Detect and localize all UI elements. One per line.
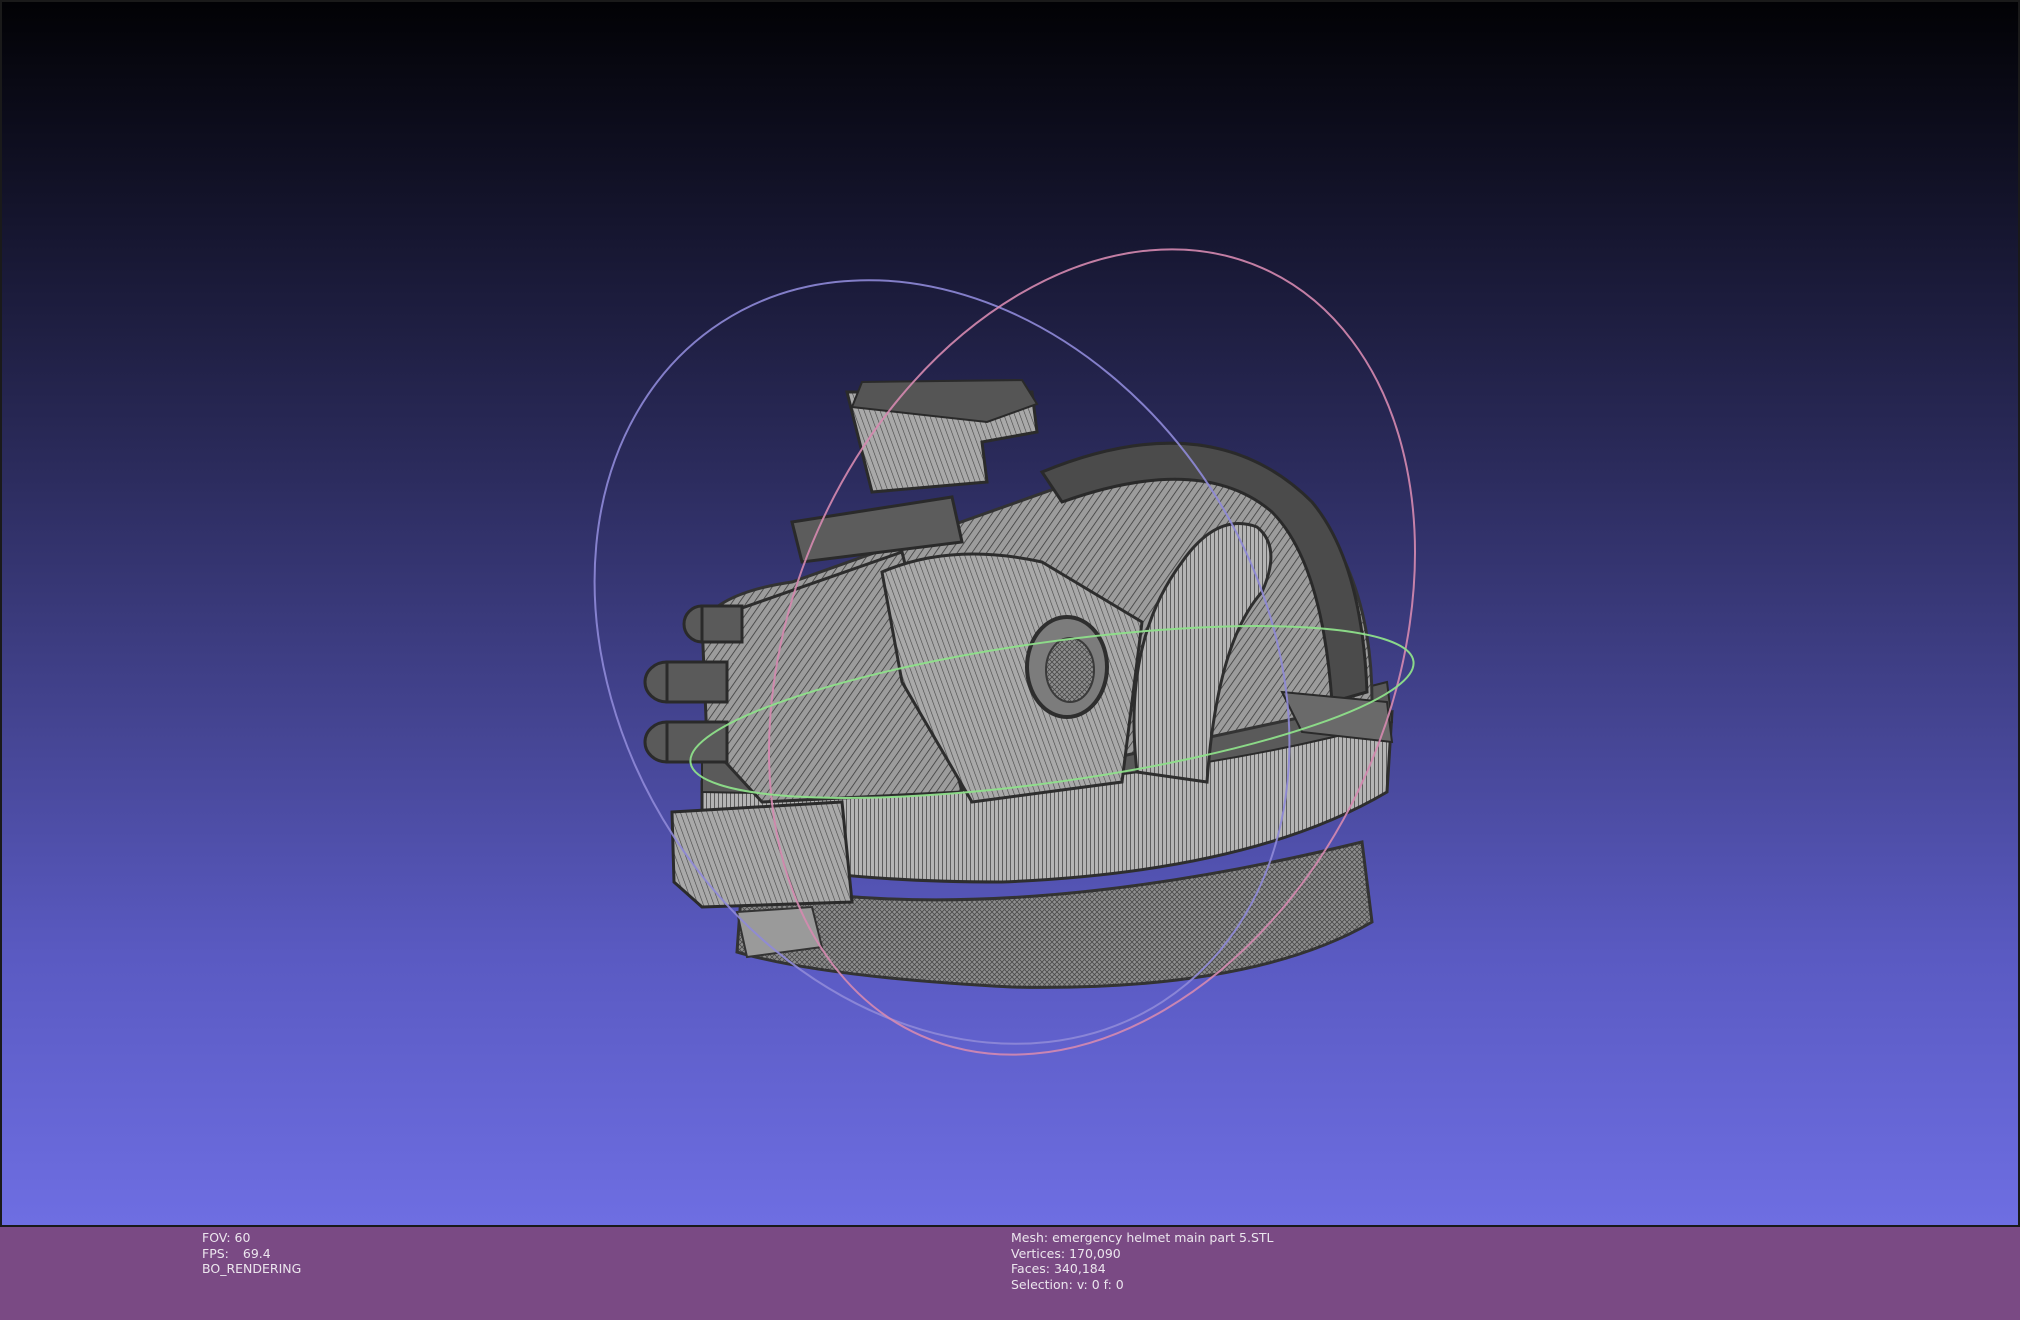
fov-readout: FOV: 60 bbox=[202, 1230, 301, 1246]
selection-label: Selection: bbox=[1011, 1276, 1073, 1292]
mesh-name-readout: Mesh: emergency helmet main part 5.STL bbox=[1011, 1230, 1273, 1246]
scene-canvas[interactable] bbox=[2, 2, 2020, 1227]
vertices-label: Vertices: bbox=[1011, 1245, 1066, 1261]
render-info: FOV: 60 FPS: 69.4 BO_RENDERING bbox=[202, 1230, 301, 1277]
status-bar bbox=[0, 1227, 2020, 1320]
faces-value: 340,184 bbox=[1053, 1261, 1106, 1276]
render-mode: BO_RENDERING bbox=[202, 1261, 302, 1276]
helmet-mesh-icon[interactable] bbox=[643, 378, 1394, 989]
faces-readout: Faces: 340,184 bbox=[1011, 1261, 1273, 1277]
3d-viewport[interactable] bbox=[0, 0, 2020, 1227]
mesh-name: emergency helmet main part 5.STL bbox=[1052, 1230, 1274, 1245]
selection-value: v: 0 f: 0 bbox=[1076, 1276, 1124, 1292]
fps-readout: FPS: 69.4 bbox=[202, 1246, 301, 1262]
mesh-info: Mesh: emergency helmet main part 5.STL V… bbox=[1011, 1230, 1273, 1292]
fps-value: 69.4 bbox=[242, 1245, 271, 1261]
vertices-value: 170,090 bbox=[1069, 1245, 1121, 1261]
fps-label: FPS: bbox=[202, 1245, 229, 1261]
selection-readout: Selection: v: 0 f: 0 bbox=[1011, 1277, 1273, 1293]
fov-value: 60 bbox=[234, 1230, 251, 1245]
mesh-label: Mesh: bbox=[1011, 1230, 1049, 1245]
fov-label: FOV: bbox=[202, 1230, 231, 1245]
vertices-readout: Vertices: 170,090 bbox=[1011, 1246, 1273, 1262]
faces-label: Faces: bbox=[1011, 1261, 1050, 1276]
